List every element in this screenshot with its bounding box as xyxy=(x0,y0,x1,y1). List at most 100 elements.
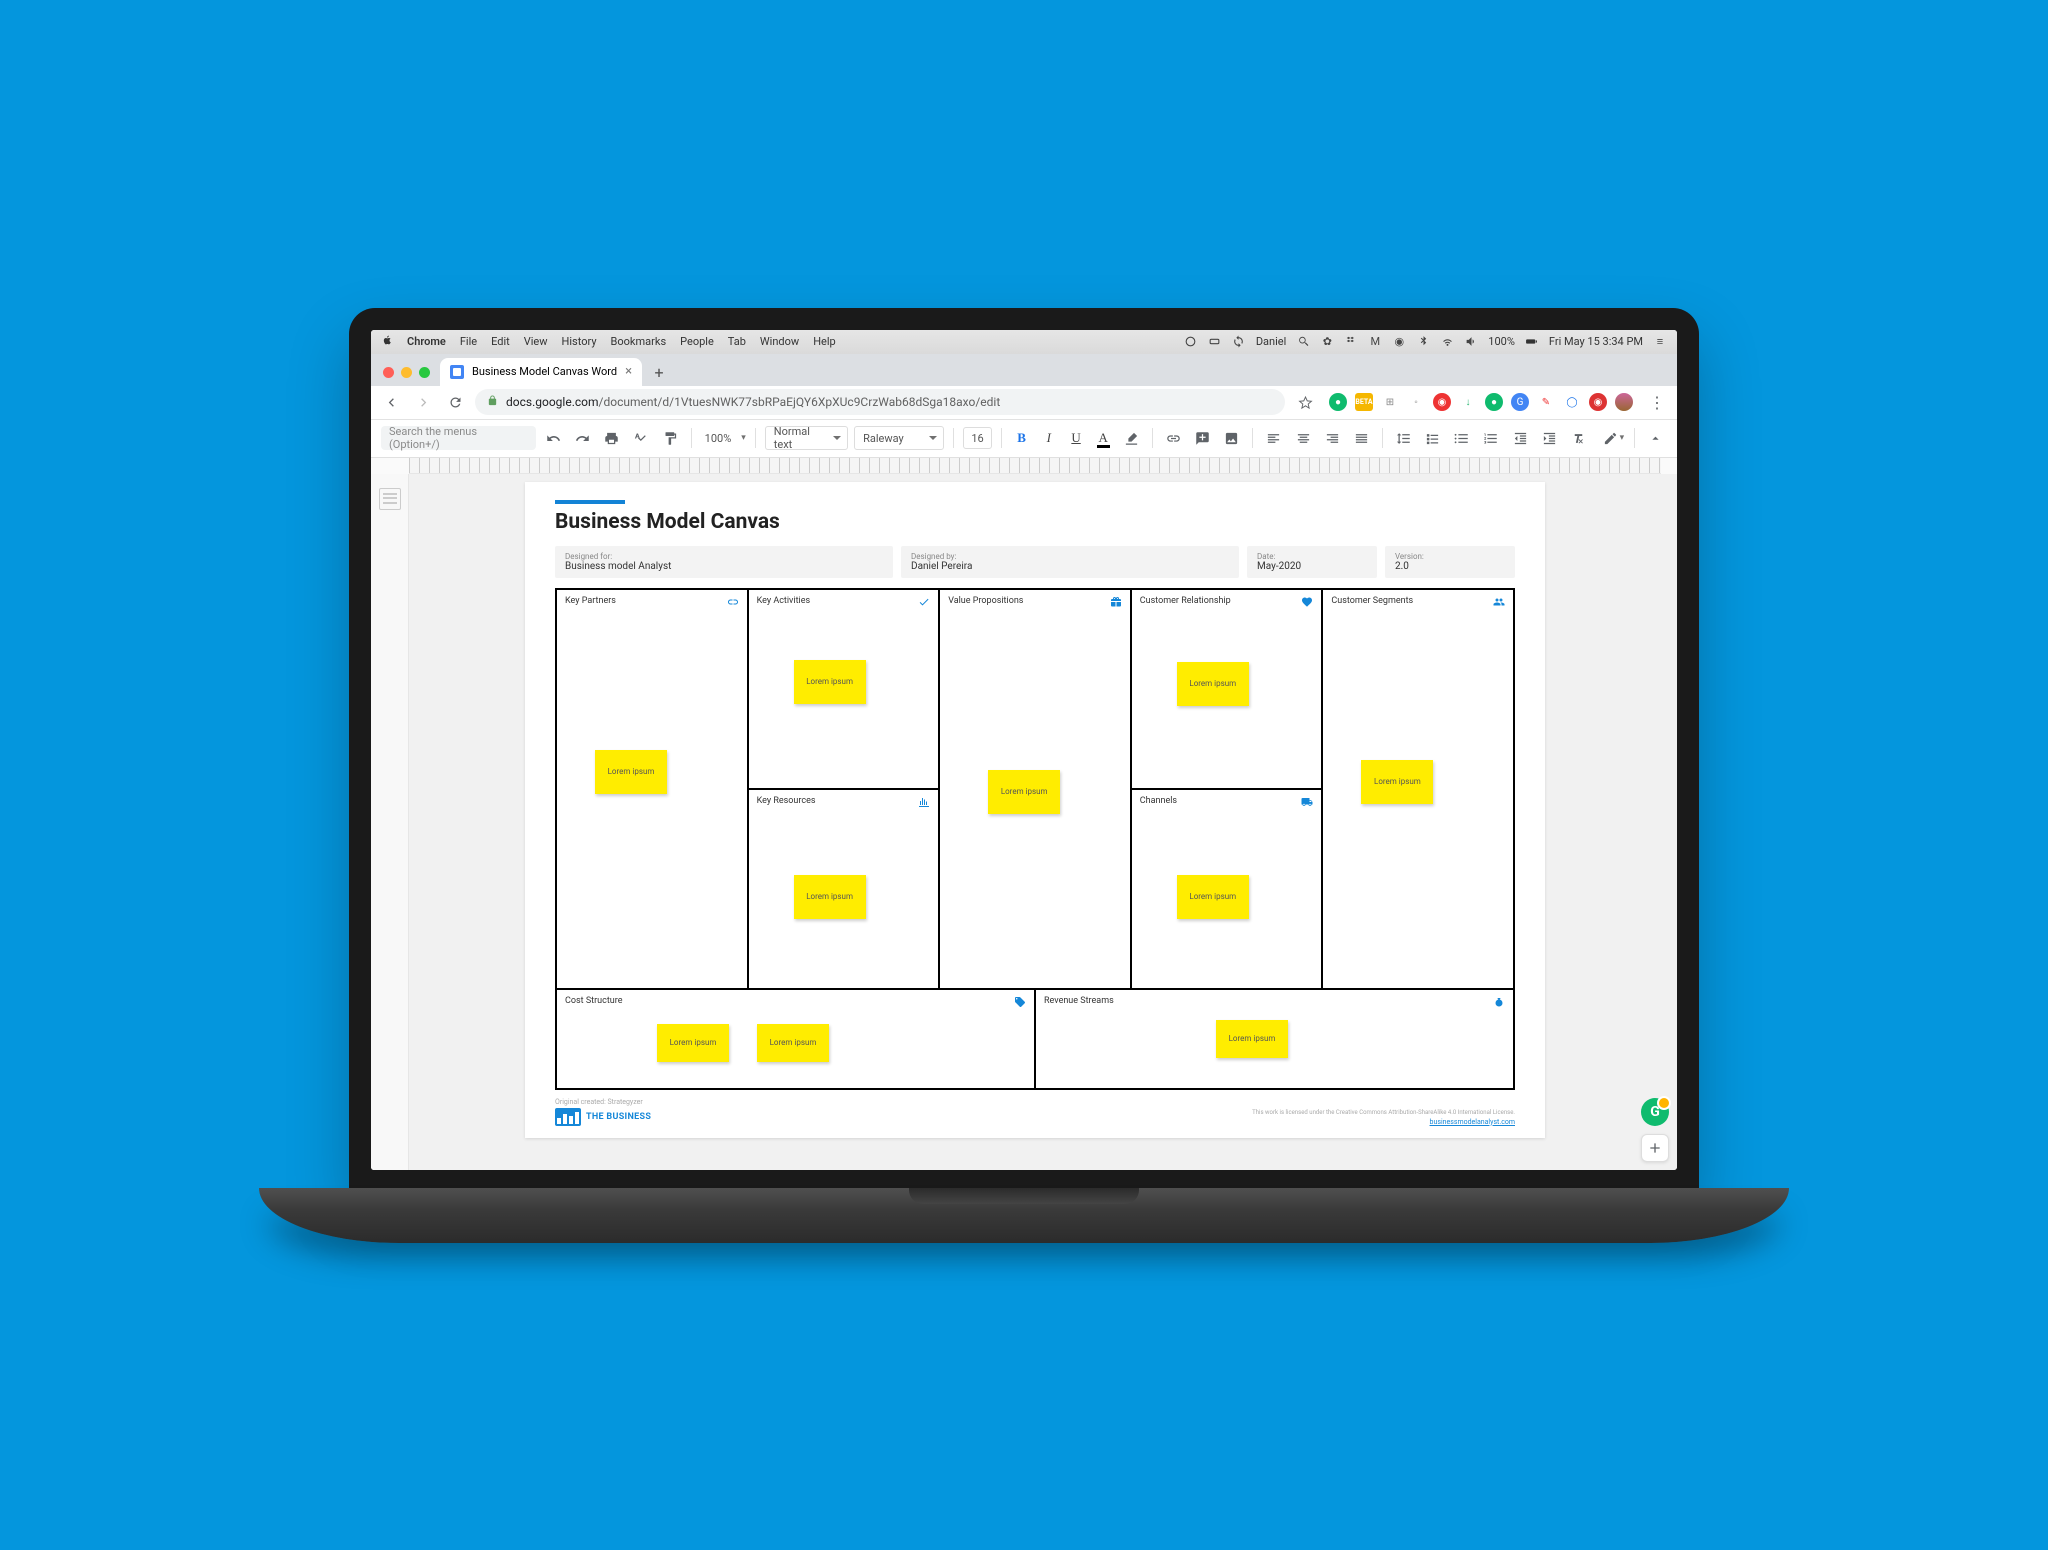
browser-tab[interactable]: Business Model Canvas Word × xyxy=(440,358,642,386)
menu-search[interactable]: Search the menus (Option+/) xyxy=(381,426,536,450)
chrome-menu-icon[interactable]: ⋮ xyxy=(1645,390,1669,414)
footer-link[interactable]: businessmodelanalyst.com xyxy=(1430,1118,1515,1126)
menubar-clock[interactable]: Fri May 15 3:34 PM xyxy=(1549,335,1643,348)
sticky-note[interactable]: Lorem ipsum xyxy=(1361,760,1433,804)
undo-button[interactable] xyxy=(542,426,565,450)
bluetooth-icon[interactable] xyxy=(1416,335,1430,349)
outline-toggle-icon[interactable] xyxy=(379,488,401,510)
menu-app[interactable]: Chrome xyxy=(407,335,446,348)
print-button[interactable] xyxy=(600,426,623,450)
menu-window[interactable]: Window xyxy=(760,335,799,348)
back-button[interactable] xyxy=(379,390,403,414)
sync-icon[interactable] xyxy=(1232,335,1246,349)
tab-favicon xyxy=(450,365,464,379)
highlight-button[interactable] xyxy=(1120,426,1143,450)
numbered-list-button[interactable] xyxy=(1479,426,1502,450)
document-page[interactable]: Business Model Canvas Designed for: Busi… xyxy=(525,482,1545,1138)
extension-icon[interactable]: G xyxy=(1511,393,1529,411)
bookmark-button[interactable] xyxy=(1293,390,1317,414)
align-justify-button[interactable] xyxy=(1350,426,1373,450)
profile-avatar[interactable] xyxy=(1615,393,1633,411)
add-comment-button[interactable] xyxy=(1191,426,1214,450)
explore-button[interactable] xyxy=(1641,1134,1669,1162)
meta-version: Version: 2.0 xyxy=(1385,546,1515,578)
collapse-toolbar-button[interactable] xyxy=(1644,426,1667,450)
paragraph-style-select[interactable]: Normal text xyxy=(765,426,848,450)
close-window[interactable] xyxy=(383,367,394,378)
indent-button[interactable] xyxy=(1538,426,1561,450)
status-icon[interactable] xyxy=(1184,335,1198,349)
menu-history[interactable]: History xyxy=(562,335,597,348)
extension-icon[interactable]: ◯ xyxy=(1563,393,1581,411)
menu-help[interactable]: Help xyxy=(813,335,836,348)
extension-icon[interactable]: ✎ xyxy=(1537,393,1555,411)
redo-button[interactable] xyxy=(571,426,594,450)
volume-icon[interactable] xyxy=(1464,335,1478,349)
status-icon[interactable] xyxy=(1208,335,1222,349)
menu-edit[interactable]: Edit xyxy=(491,335,510,348)
extension-icon[interactable]: ● xyxy=(1485,393,1503,411)
extension-icon[interactable]: ⊞ xyxy=(1381,393,1399,411)
underline-button[interactable]: U xyxy=(1065,427,1086,449)
editing-mode-button[interactable]: ▾ xyxy=(1602,426,1625,450)
reload-button[interactable] xyxy=(443,390,467,414)
sticky-note[interactable]: Lorem ipsum xyxy=(1177,662,1249,706)
sticky-note[interactable]: Lorem ipsum xyxy=(988,770,1060,814)
wifi-icon[interactable] xyxy=(1440,335,1454,349)
sticky-note[interactable]: Lorem ipsum xyxy=(757,1024,829,1062)
forward-button[interactable] xyxy=(411,390,435,414)
battery-icon[interactable] xyxy=(1525,335,1539,349)
bullet-list-button[interactable] xyxy=(1450,426,1473,450)
menu-people[interactable]: People xyxy=(680,335,714,348)
italic-button[interactable]: I xyxy=(1038,427,1059,449)
search-icon[interactable] xyxy=(1296,335,1310,349)
minimize-window[interactable] xyxy=(401,367,412,378)
extension-icon[interactable]: ◉ xyxy=(1433,393,1451,411)
grammarly-icon[interactable]: G xyxy=(1641,1098,1669,1126)
font-select[interactable]: Raleway xyxy=(854,426,944,450)
tab-close-icon[interactable]: × xyxy=(625,364,632,379)
status-icon[interactable]: ✿ xyxy=(1320,335,1334,349)
insert-image-button[interactable] xyxy=(1220,426,1243,450)
menubar-user[interactable]: Daniel xyxy=(1256,335,1286,348)
align-right-button[interactable] xyxy=(1321,426,1344,450)
menubar-battery[interactable]: 100% xyxy=(1488,335,1515,348)
bold-button[interactable]: B xyxy=(1011,427,1032,449)
extension-icon[interactable]: ◦ xyxy=(1407,393,1425,411)
menu-view[interactable]: View xyxy=(524,335,548,348)
apple-icon[interactable] xyxy=(381,334,393,349)
sticky-note[interactable]: Lorem ipsum xyxy=(794,875,866,919)
menu-tab[interactable]: Tab xyxy=(728,335,746,348)
clear-formatting-button[interactable] xyxy=(1567,426,1590,450)
text-color-button[interactable]: A xyxy=(1093,427,1114,449)
sticky-note[interactable]: Lorem ipsum xyxy=(794,660,866,704)
paint-format-button[interactable] xyxy=(659,426,682,450)
horizontal-ruler[interactable] xyxy=(409,458,1661,474)
font-size-input[interactable]: 16 xyxy=(963,427,992,449)
sticky-note[interactable]: Lorem ipsum xyxy=(1216,1020,1288,1058)
address-bar[interactable]: docs.google.com/document/d/1VtuesNWK77sb… xyxy=(475,389,1285,415)
menu-bookmarks[interactable]: Bookmarks xyxy=(611,335,667,348)
dropbox-icon[interactable] xyxy=(1344,335,1358,349)
maximize-window[interactable] xyxy=(419,367,430,378)
new-tab-button[interactable]: + xyxy=(646,360,672,386)
status-icon[interactable]: ◉ xyxy=(1392,335,1406,349)
insert-link-button[interactable] xyxy=(1162,426,1185,450)
status-icon[interactable]: M xyxy=(1368,335,1382,349)
zoom-select[interactable]: 100% xyxy=(701,432,736,445)
menu-file[interactable]: File xyxy=(460,335,477,348)
spellcheck-button[interactable] xyxy=(629,426,652,450)
sticky-note[interactable]: Lorem ipsum xyxy=(1177,875,1249,919)
align-left-button[interactable] xyxy=(1262,426,1285,450)
extension-icon[interactable]: ● xyxy=(1329,393,1347,411)
align-center-button[interactable] xyxy=(1291,426,1314,450)
sticky-note[interactable]: Lorem ipsum xyxy=(595,750,667,794)
menu-icon[interactable]: ≡ xyxy=(1653,335,1667,349)
extension-icon[interactable]: ◉ xyxy=(1589,393,1607,411)
line-spacing-button[interactable] xyxy=(1392,426,1415,450)
extension-icon[interactable]: BETA xyxy=(1355,393,1373,411)
checklist-button[interactable] xyxy=(1421,426,1444,450)
sticky-note[interactable]: Lorem ipsum xyxy=(657,1024,729,1062)
extension-icon[interactable]: ↓ xyxy=(1459,393,1477,411)
outdent-button[interactable] xyxy=(1508,426,1531,450)
